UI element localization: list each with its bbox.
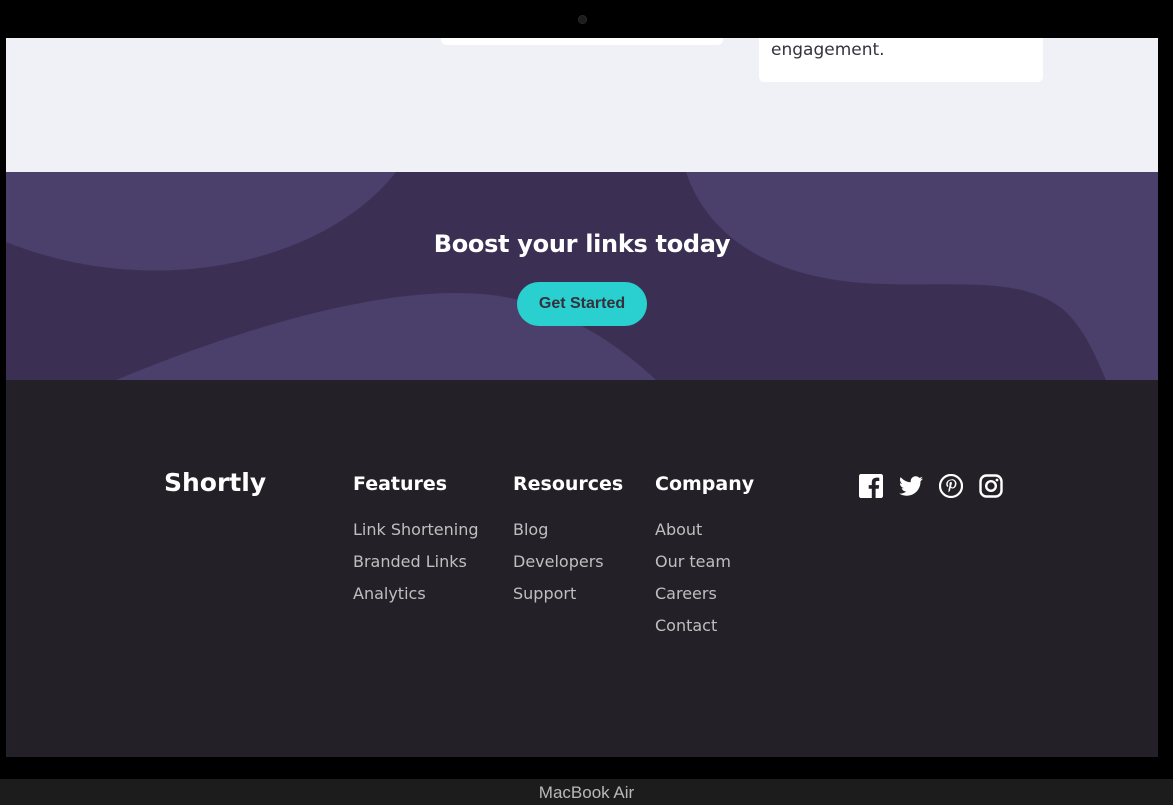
footer-heading: Company [655, 473, 755, 495]
get-started-button[interactable]: Get Started [517, 282, 647, 326]
footer-link[interactable]: Developers [513, 552, 623, 572]
browser-viewport: engagement. Boost your links today Get S… [6, 38, 1158, 757]
laptop-chin: MacBook Air [0, 779, 1173, 805]
boost-section: Boost your links today Get Started [6, 172, 1158, 380]
stat-card [441, 38, 723, 45]
boost-background-pattern [6, 172, 1158, 380]
footer-link[interactable]: Our team [655, 552, 754, 572]
footer-link[interactable]: Careers [655, 584, 754, 604]
footer-link[interactable]: Support [513, 584, 623, 604]
stat-card: engagement. [759, 38, 1043, 82]
site-footer: Shortly Features Link Shortening Branded… [6, 380, 1158, 757]
footer-logo[interactable]: Shortly [164, 468, 266, 497]
footer-link[interactable]: Link Shortening [353, 520, 479, 540]
footer-link[interactable]: Blog [513, 520, 623, 540]
footer-column-features: Features Link Shortening Branded Links A… [353, 473, 479, 616]
footer-link[interactable]: About [655, 520, 754, 540]
camera-icon [578, 15, 587, 24]
footer-column-company: Company About Our team Careers Contact [655, 473, 754, 648]
instagram-icon[interactable] [979, 474, 1003, 498]
laptop-bezel-top [0, 0, 1173, 38]
twitter-icon[interactable] [899, 474, 923, 498]
laptop-bezel-bottom [0, 757, 1173, 779]
stat-card-text: engagement. [771, 40, 885, 60]
footer-column-resources: Resources Blog Developers Support [513, 473, 623, 616]
footer-heading: Features [353, 473, 448, 495]
pinterest-icon[interactable] [938, 473, 964, 499]
footer-heading: Resources [513, 473, 624, 495]
facebook-icon[interactable] [859, 474, 883, 498]
footer-link[interactable]: Contact [655, 616, 754, 636]
footer-link[interactable]: Branded Links [353, 552, 479, 572]
boost-heading: Boost your links today [433, 230, 731, 258]
social-links [859, 473, 1003, 499]
statistics-section: engagement. [6, 38, 1158, 172]
footer-link[interactable]: Analytics [353, 584, 479, 604]
device-label: MacBook Air [538, 783, 635, 802]
